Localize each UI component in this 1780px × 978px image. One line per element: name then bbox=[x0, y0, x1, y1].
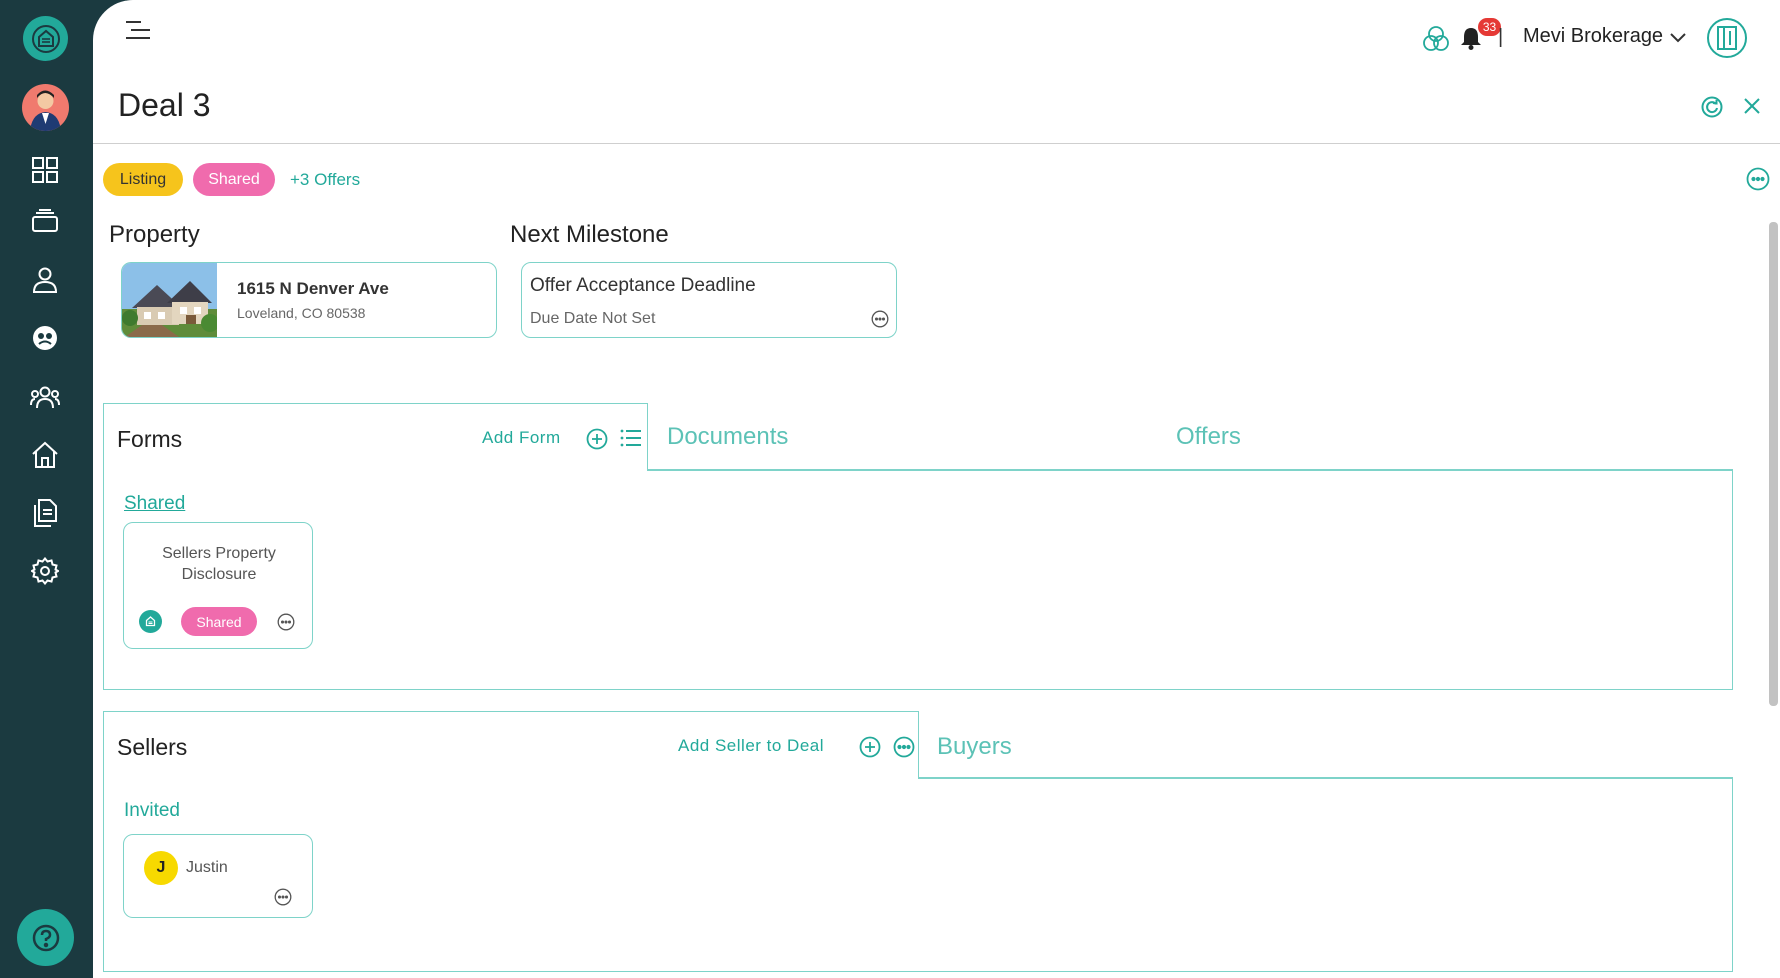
header-divider bbox=[93, 143, 1780, 144]
tab-buyers[interactable]: Buyers bbox=[937, 733, 1012, 761]
more-options-icon[interactable] bbox=[1746, 167, 1770, 196]
vertical-scrollbar[interactable] bbox=[1769, 222, 1778, 706]
integrations-icon[interactable] bbox=[1422, 26, 1450, 57]
tab-forms-label: Forms bbox=[117, 426, 183, 452]
add-form-button[interactable]: Add Form bbox=[482, 428, 561, 448]
property-card[interactable]: 1615 N Denver Ave Loveland, CO 80538 bbox=[121, 262, 497, 338]
chevron-down-icon[interactable] bbox=[1670, 30, 1686, 48]
brokerage-selector[interactable]: Mevi Brokerage bbox=[1523, 25, 1663, 48]
add-seller-button[interactable]: Add Seller to Deal bbox=[678, 736, 824, 756]
shared-tag: Shared bbox=[193, 163, 275, 196]
gear-icon[interactable] bbox=[26, 552, 64, 590]
seller-card[interactable]: J Justin bbox=[123, 834, 313, 918]
seller-more-icon[interactable] bbox=[274, 888, 292, 911]
help-icon[interactable] bbox=[17, 909, 74, 966]
milestone-title: Offer Acceptance Deadline bbox=[530, 275, 756, 296]
milestone-due-date: Due Date Not Set bbox=[530, 310, 656, 327]
form-status-badge: Shared bbox=[181, 607, 257, 636]
next-milestone-label: Next Milestone bbox=[510, 221, 669, 248]
person-icon[interactable] bbox=[26, 261, 64, 299]
sellers-tab-divider bbox=[918, 777, 1733, 779]
tab-documents[interactable]: Documents bbox=[667, 423, 788, 451]
page-title: Deal 3 bbox=[118, 87, 211, 123]
sellers-more-icon[interactable] bbox=[893, 736, 915, 763]
add-circle-icon[interactable] bbox=[586, 428, 608, 455]
stack-icon[interactable] bbox=[26, 202, 64, 240]
seller-name: Justin bbox=[186, 859, 228, 876]
tab-forms[interactable]: Forms Add Form bbox=[103, 403, 648, 471]
property-city: Loveland, CO 80538 bbox=[237, 305, 366, 321]
main-panel: 33 | Mevi Brokerage Deal 3 Listing Share… bbox=[93, 0, 1780, 978]
invited-group-label: Invited bbox=[124, 800, 180, 821]
tab-sellers-label: Sellers bbox=[117, 734, 188, 760]
form-name: Sellers Property Disclosure bbox=[162, 545, 276, 583]
tab-offers[interactable]: Offers bbox=[1176, 423, 1241, 451]
milestone-card[interactable]: Offer Acceptance Deadline Due Date Not S… bbox=[521, 262, 897, 338]
property-address: 1615 N Denver Ave bbox=[237, 279, 389, 298]
brand-logo-icon bbox=[139, 610, 162, 633]
property-label: Property bbox=[109, 221, 200, 248]
team-icon[interactable] bbox=[26, 378, 64, 416]
support-icon[interactable] bbox=[26, 319, 64, 357]
documents-icon[interactable] bbox=[26, 494, 64, 532]
add-circle-icon[interactable] bbox=[859, 736, 881, 763]
form-more-icon[interactable] bbox=[277, 613, 295, 636]
listing-tag: Listing bbox=[103, 163, 183, 196]
milestone-more-icon[interactable] bbox=[871, 310, 889, 333]
form-card[interactable]: Sellers Property Disclosure Shared bbox=[123, 522, 313, 649]
close-icon[interactable] bbox=[1744, 98, 1760, 119]
house-icon[interactable] bbox=[26, 436, 64, 474]
refresh-icon[interactable] bbox=[1701, 96, 1723, 123]
brokerage-logo-icon[interactable] bbox=[1707, 18, 1747, 58]
tab-sellers[interactable]: Sellers Add Seller to Deal bbox=[103, 711, 919, 778]
top-bar-actions: 33 | Mevi Brokerage bbox=[1380, 0, 1780, 74]
forms-panel bbox=[103, 470, 1733, 690]
user-avatar[interactable] bbox=[22, 84, 69, 131]
dashboard-icon[interactable] bbox=[26, 151, 64, 189]
sidebar bbox=[0, 0, 93, 978]
brand-logo-icon[interactable] bbox=[23, 16, 68, 61]
forms-tab-divider bbox=[647, 469, 1733, 471]
header-separator: | bbox=[1498, 26, 1504, 48]
sellers-panel bbox=[103, 777, 1733, 972]
offers-link[interactable]: +3 Offers bbox=[290, 170, 360, 190]
seller-avatar: J bbox=[144, 851, 178, 885]
property-photo bbox=[122, 263, 217, 337]
shared-group-link[interactable]: Shared bbox=[124, 493, 185, 515]
list-view-icon[interactable] bbox=[620, 429, 642, 452]
menu-toggle-icon[interactable] bbox=[125, 20, 151, 45]
